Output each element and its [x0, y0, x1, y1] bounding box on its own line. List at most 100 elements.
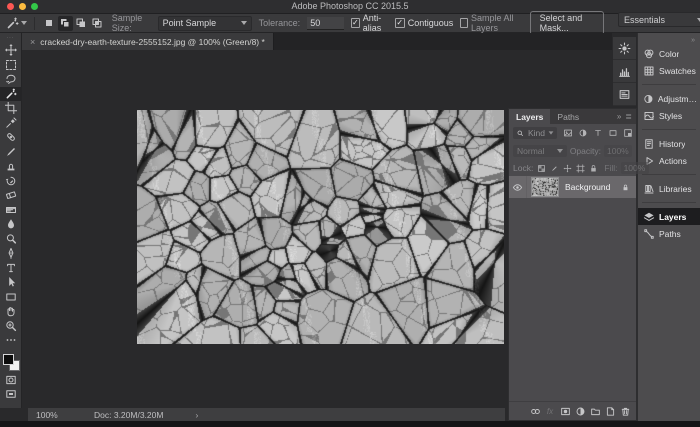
- panel-button-styles[interactable]: Styles: [638, 107, 700, 124]
- new-selection-mode-button[interactable]: [42, 16, 57, 31]
- panel-button-layers[interactable]: Layers: [638, 208, 700, 225]
- contiguous-checkbox[interactable]: ✓ Contiguous: [395, 18, 454, 28]
- lock-artboard-button[interactable]: [575, 162, 586, 174]
- workspace-switcher[interactable]: Essentials: [618, 12, 700, 27]
- panel-button-adjustments[interactable]: Adjustments: [638, 90, 700, 107]
- smart-filter-button[interactable]: [621, 127, 634, 139]
- tool-preset-picker[interactable]: [6, 17, 27, 30]
- opacity-field[interactable]: 100%: [604, 145, 632, 157]
- new-selection-icon: [43, 17, 55, 29]
- zoom-level-field[interactable]: 100%: [36, 410, 80, 420]
- color-swatches[interactable]: [0, 351, 22, 373]
- layer-row-background[interactable]: Background: [509, 176, 636, 198]
- panel-button-label: Color: [659, 49, 679, 59]
- tool-type[interactable]: [0, 261, 22, 276]
- pixel-filter-button[interactable]: [561, 127, 574, 139]
- new-layer-button[interactable]: [604, 405, 616, 417]
- collapsed-panel-histogram[interactable]: [613, 60, 636, 83]
- status-expander-icon[interactable]: ›: [195, 410, 198, 420]
- tool-blur[interactable]: [0, 217, 22, 232]
- lock-pixels-button[interactable]: [549, 162, 560, 174]
- blend-mode-dropdown[interactable]: Normal: [513, 145, 567, 157]
- tool-eraser[interactable]: [0, 188, 22, 203]
- tool-brush[interactable]: [0, 145, 22, 160]
- tool-move[interactable]: [0, 43, 22, 58]
- panel-button-label: Adjustments: [658, 94, 700, 104]
- history-icon: [643, 138, 655, 150]
- panel-button-paths[interactable]: Paths: [638, 225, 700, 242]
- document-image[interactable]: [137, 110, 504, 344]
- tool-marquee[interactable]: [0, 58, 22, 73]
- tool-shape[interactable]: [0, 290, 22, 305]
- tool-screen-mode[interactable]: [0, 387, 22, 402]
- collapsed-panel-info-panel[interactable]: [613, 83, 636, 106]
- close-tab-icon[interactable]: ×: [30, 37, 35, 47]
- layer-effects-icon: fx: [547, 407, 553, 416]
- brush-icon: [5, 146, 17, 158]
- add-selection-mode-button[interactable]: [58, 16, 73, 31]
- tool-quick-mask[interactable]: [0, 373, 22, 388]
- panel-button-color[interactable]: Color: [638, 45, 700, 62]
- panel-button-libraries[interactable]: Libraries: [638, 180, 700, 197]
- tool-path-select[interactable]: [0, 275, 22, 290]
- document-tab[interactable]: × cracked-dry-earth-texture-2555152.jpg …: [22, 33, 274, 50]
- shape-filter-button[interactable]: [606, 127, 619, 139]
- collapsed-panel-sun[interactable]: [613, 37, 636, 60]
- adjustment-layer-button[interactable]: [574, 405, 586, 417]
- tool-history-brush[interactable]: [0, 174, 22, 189]
- tool-clone-stamp[interactable]: [0, 159, 22, 174]
- collapse-panel-icon[interactable]: »: [617, 112, 621, 121]
- layers-panel-footer: fx: [509, 401, 636, 420]
- magic-wand-icon: [5, 88, 17, 100]
- tab-paths[interactable]: Paths: [550, 109, 586, 124]
- visibility-toggle[interactable]: [509, 176, 527, 198]
- new-layer-icon: [605, 406, 616, 417]
- tolerance-input[interactable]: 50: [307, 17, 344, 30]
- lock-all-icon: [589, 164, 598, 173]
- layer-name: Background: [565, 182, 621, 192]
- tool-gradient[interactable]: [0, 203, 22, 218]
- panel-button-history[interactable]: History: [638, 135, 700, 152]
- lock-artboard-icon: [576, 164, 585, 173]
- panel-menu-icon[interactable]: ≣: [625, 112, 632, 121]
- intersect-selection-icon: [91, 17, 103, 29]
- sample-all-layers-checkbox[interactable]: Sample All Layers: [460, 13, 522, 33]
- tool-zoom[interactable]: [0, 319, 22, 334]
- type-filter-button[interactable]: [591, 127, 604, 139]
- add-selection-icon: [59, 17, 71, 29]
- collapse-dock-icon[interactable]: »: [638, 37, 700, 45]
- panel-button-swatches[interactable]: Swatches: [638, 62, 700, 79]
- anti-alias-checkbox[interactable]: ✓ Anti-alias: [351, 13, 388, 33]
- chevron-down-icon: [241, 21, 247, 25]
- tab-layers[interactable]: Layers: [509, 109, 550, 124]
- tool-magic-wand[interactable]: [0, 87, 22, 102]
- adjust-filter-button[interactable]: [576, 127, 589, 139]
- select-and-mask-button[interactable]: Select and Mask...: [530, 11, 604, 35]
- filter-kind-dropdown[interactable]: Kind: [513, 127, 557, 139]
- tool-crop[interactable]: [0, 101, 22, 116]
- tolerance-value: 50: [310, 18, 320, 28]
- intersect-selection-mode-button[interactable]: [90, 16, 105, 31]
- layer-effects-button[interactable]: fx: [544, 405, 556, 417]
- subtract-selection-mode-button[interactable]: [74, 16, 89, 31]
- tool-dodge[interactable]: [0, 232, 22, 247]
- layer-thumbnail[interactable]: [531, 177, 559, 197]
- fill-field[interactable]: 100%: [621, 162, 649, 174]
- layer-mask-button[interactable]: [559, 405, 571, 417]
- tool-spot-healing[interactable]: [0, 130, 22, 145]
- search-icon: [516, 129, 525, 138]
- tool-hand[interactable]: [0, 304, 22, 319]
- layer-group-button[interactable]: [589, 405, 601, 417]
- tool-lasso[interactable]: [0, 72, 22, 87]
- toolbar-grip-icon[interactable]: ∙∙∙: [0, 33, 21, 43]
- lock-position-button[interactable]: [562, 162, 573, 174]
- lock-transparent-button[interactable]: [536, 162, 547, 174]
- link-layers-button[interactable]: [529, 405, 541, 417]
- tool-eyedropper[interactable]: [0, 116, 22, 131]
- delete-layer-button[interactable]: [619, 405, 631, 417]
- tool-ellipsis[interactable]: [0, 333, 22, 348]
- lock-all-button[interactable]: [588, 162, 599, 174]
- foreground-color-swatch[interactable]: [3, 354, 14, 365]
- tool-pen[interactable]: [0, 246, 22, 261]
- sample-size-dropdown[interactable]: Point Sample: [158, 16, 252, 31]
